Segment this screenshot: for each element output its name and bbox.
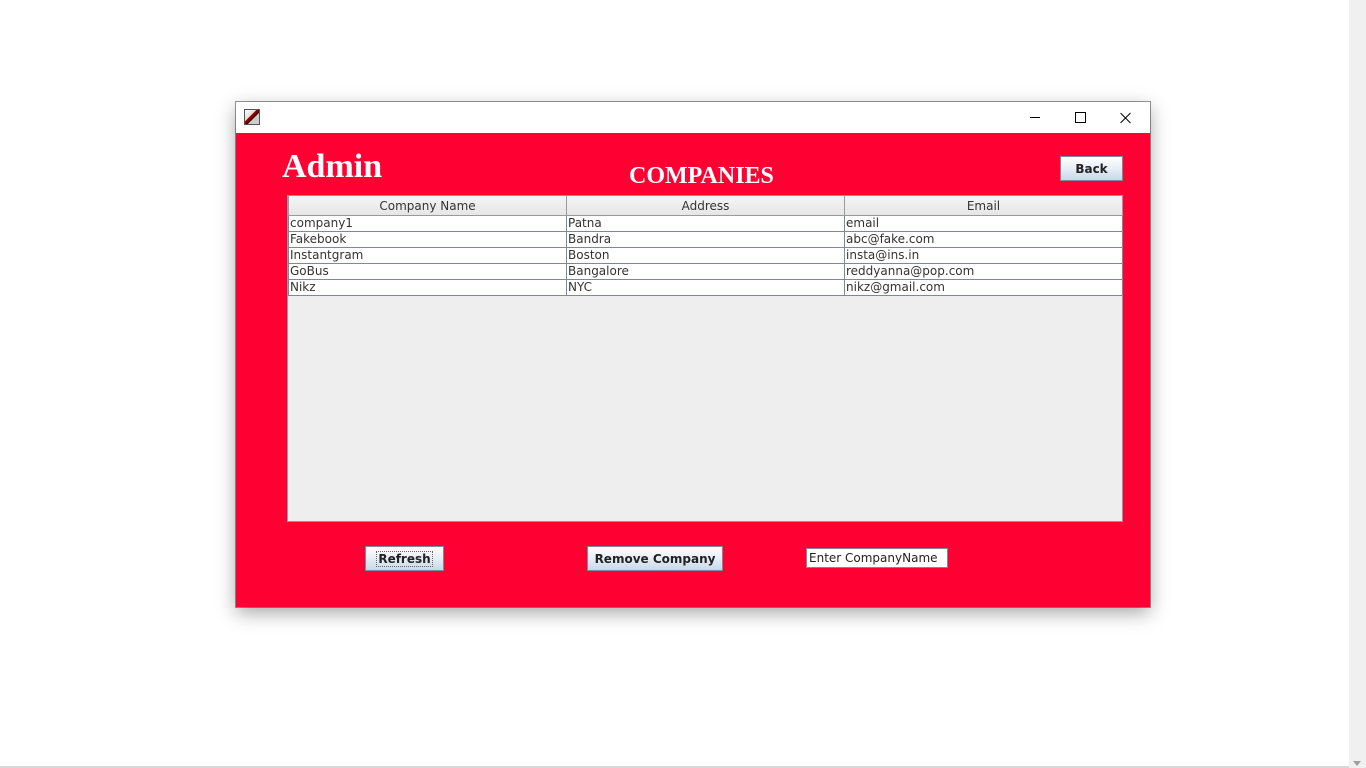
refresh-button-label: Refresh <box>376 550 433 567</box>
back-button[interactable]: Back <box>1060 156 1123 181</box>
company-name-input[interactable] <box>806 548 948 568</box>
scroll-down-arrow-icon[interactable] <box>1353 761 1361 766</box>
window-titlebar[interactable] <box>236 102 1150 133</box>
cell-company-name[interactable]: Fakebook <box>288 231 567 248</box>
page-title: COMPANIES <box>629 163 774 189</box>
cell-company-name[interactable]: Nikz <box>288 279 567 296</box>
maximize-icon <box>1074 112 1086 123</box>
cell-company-name[interactable]: Instantgram <box>288 247 567 264</box>
admin-companies-window: Admin COMPANIES Back Company Name Addres… <box>236 102 1150 607</box>
cell-company-name[interactable]: company1 <box>288 215 567 232</box>
table-row[interactable]: Instantgram Boston insta@ins.in <box>288 247 1123 264</box>
cell-email[interactable]: reddyanna@pop.com <box>844 263 1123 280</box>
companies-table: Company Name Address Email company1 Patn… <box>287 195 1123 522</box>
cell-email[interactable]: abc@fake.com <box>844 231 1123 248</box>
table-row[interactable]: Fakebook Bandra abc@fake.com <box>288 231 1123 248</box>
admin-title: Admin <box>282 148 383 185</box>
column-header-company-name[interactable]: Company Name <box>288 196 567 216</box>
maximize-button[interactable] <box>1057 102 1103 133</box>
table-row[interactable]: GoBus Bangalore reddyanna@pop.com <box>288 263 1123 280</box>
refresh-button[interactable]: Refresh <box>365 546 444 571</box>
column-header-address[interactable]: Address <box>566 196 845 216</box>
cell-company-name[interactable]: GoBus <box>288 263 567 280</box>
cell-address[interactable]: Bangalore <box>566 263 845 280</box>
java-app-icon <box>244 109 260 125</box>
desktop: Admin COMPANIES Back Company Name Addres… <box>0 0 1366 768</box>
remove-company-button[interactable]: Remove Company <box>587 546 723 571</box>
close-button[interactable] <box>1103 102 1149 133</box>
close-icon <box>1120 112 1132 124</box>
host-vertical-scrollbar[interactable] <box>1349 0 1366 768</box>
cell-email[interactable]: email <box>844 215 1123 232</box>
cell-address[interactable]: Bandra <box>566 231 845 248</box>
cell-email[interactable]: nikz@gmail.com <box>844 279 1123 296</box>
table-row[interactable]: Nikz NYC nikz@gmail.com <box>288 279 1123 296</box>
cell-address[interactable]: NYC <box>566 279 845 296</box>
table-header-row: Company Name Address Email <box>288 196 1123 216</box>
column-header-email[interactable]: Email <box>844 196 1123 216</box>
cell-address[interactable]: Patna <box>566 215 845 232</box>
minimize-icon <box>1030 117 1040 118</box>
cell-address[interactable]: Boston <box>566 247 845 264</box>
table-row[interactable]: company1 Patna email <box>288 215 1123 232</box>
minimize-button[interactable] <box>1012 102 1058 133</box>
cell-email[interactable]: insta@ins.in <box>844 247 1123 264</box>
